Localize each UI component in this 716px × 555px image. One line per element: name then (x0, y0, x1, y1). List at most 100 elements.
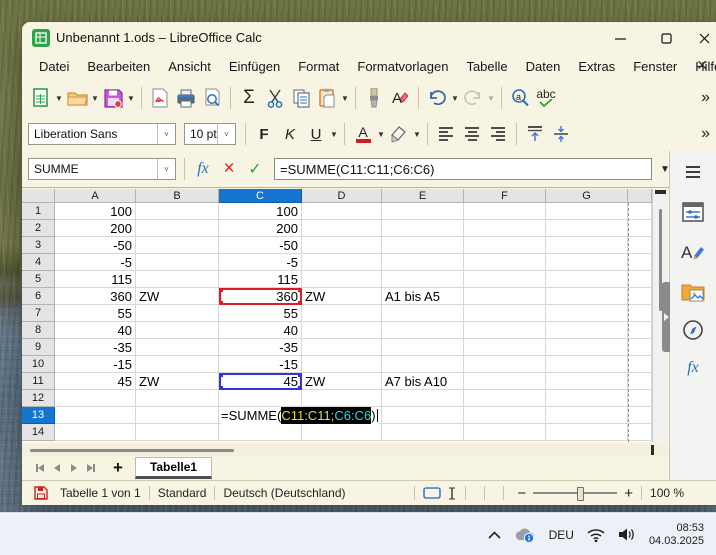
sidebar-settings-icon[interactable] (678, 159, 708, 185)
cell-B7[interactable] (136, 305, 219, 322)
cell-E13[interactable] (382, 407, 464, 424)
sidebar-functions-icon[interactable]: fx (678, 355, 708, 381)
cell-E5[interactable] (382, 271, 464, 288)
paste-icon[interactable] (314, 85, 340, 111)
cell-F12[interactable] (464, 390, 546, 407)
name-box[interactable]: SUMME ˅ (28, 158, 176, 180)
italic-button[interactable]: K (277, 121, 303, 147)
cell-C9[interactable]: -35 (219, 339, 302, 356)
cell-D12[interactable] (302, 390, 382, 407)
cell-G2[interactable] (546, 220, 628, 237)
column-header-f[interactable]: F (464, 189, 546, 203)
row-header-2[interactable]: 2 (22, 220, 55, 237)
cell-D9[interactable] (302, 339, 382, 356)
row-header-4[interactable]: 4 (22, 254, 55, 271)
cell-G13[interactable] (546, 407, 628, 424)
language-status[interactable]: Deutsch (Deutschland) (223, 486, 345, 500)
cell-B6[interactable]: ZW (136, 288, 219, 305)
onedrive-cloud-icon[interactable] (514, 527, 536, 543)
cell-A11[interactable]: 45 (55, 373, 136, 390)
cell-H3[interactable] (628, 237, 652, 254)
cell-E10[interactable] (382, 356, 464, 373)
cell-D2[interactable] (302, 220, 382, 237)
row-header-6[interactable]: 6 (22, 288, 55, 305)
highlight-color-button[interactable] (386, 121, 412, 147)
sheet-info[interactable]: Tabelle 1 von 1 (60, 486, 141, 500)
insert-mode-icon[interactable] (447, 486, 457, 501)
titlebar[interactable]: Unbenannt 1.ods – LibreOffice Calc (22, 22, 716, 54)
formula-input[interactable]: =SUMME(C11:C11;C6:C6) (274, 158, 652, 180)
first-sheet-icon[interactable] (32, 460, 48, 476)
cell-F6[interactable] (464, 288, 546, 305)
vertical-split-handle[interactable] (655, 190, 666, 194)
cell-F11[interactable] (464, 373, 546, 390)
redo-dropdown-icon[interactable]: ▼ (486, 85, 496, 111)
cell-D3[interactable] (302, 237, 382, 254)
cell-E12[interactable] (382, 390, 464, 407)
menu-formatvorlagen[interactable]: Formatvorlagen (348, 56, 457, 77)
cell-E14[interactable] (382, 424, 464, 441)
cell-A4[interactable]: -5 (55, 254, 136, 271)
row-header-10[interactable]: 10 (22, 356, 55, 373)
underline-dropdown-icon[interactable]: ▼ (329, 121, 339, 147)
cell-G1[interactable] (546, 203, 628, 220)
menu-einfuegen[interactable]: Einfügen (220, 56, 289, 77)
maximize-button[interactable] (651, 26, 681, 50)
row-header-3[interactable]: 3 (22, 237, 55, 254)
cell-F14[interactable] (464, 424, 546, 441)
close-button[interactable] (689, 26, 716, 50)
sidebar-properties-icon[interactable] (678, 199, 708, 225)
cell-H6[interactable] (628, 288, 652, 305)
cell-C5[interactable]: 115 (219, 271, 302, 288)
cell-C7[interactable]: 55 (219, 305, 302, 322)
column-header-e[interactable]: E (382, 189, 464, 203)
selection-mode-icon[interactable] (422, 487, 441, 499)
menu-daten[interactable]: Daten (517, 56, 570, 77)
open-icon[interactable] (64, 85, 90, 111)
cell-A8[interactable]: 40 (55, 322, 136, 339)
row-header-8[interactable]: 8 (22, 322, 55, 339)
cell-E4[interactable] (382, 254, 464, 271)
select-all-corner[interactable] (22, 189, 55, 203)
wifi-icon[interactable] (587, 528, 605, 542)
cell-A7[interactable]: 55 (55, 305, 136, 322)
horizontal-scrollbar[interactable] (22, 444, 668, 456)
editing-cell-formula[interactable]: =SUMME(C11:C11;C6:C6) (221, 407, 378, 424)
cell-B3[interactable] (136, 237, 219, 254)
font-size-combo[interactable]: 10 pt ˅ (184, 123, 236, 145)
cell-H11[interactable] (628, 373, 652, 390)
menu-fenster[interactable]: Fenster (624, 56, 686, 77)
toolbar-overflow-icon[interactable]: » (701, 89, 710, 107)
copy-icon[interactable] (288, 85, 314, 111)
cell-H12[interactable] (628, 390, 652, 407)
cell-A12[interactable] (55, 390, 136, 407)
row-header-13[interactable]: 13 (22, 407, 55, 424)
font-color-button[interactable]: A (350, 121, 376, 147)
cell-H4[interactable] (628, 254, 652, 271)
menu-tabelle[interactable]: Tabelle (457, 56, 516, 77)
cell-B11[interactable]: ZW (136, 373, 219, 390)
cell-H2[interactable] (628, 220, 652, 237)
cell-H7[interactable] (628, 305, 652, 322)
spelling-icon[interactable]: abc (533, 85, 559, 111)
find-replace-icon[interactable]: a (507, 85, 533, 111)
sidebar-styles-icon[interactable]: A (678, 239, 708, 265)
export-pdf-icon[interactable] (147, 85, 173, 111)
cell-B12[interactable] (136, 390, 219, 407)
row-header-9[interactable]: 9 (22, 339, 55, 356)
cell-H8[interactable] (628, 322, 652, 339)
cell-H5[interactable] (628, 271, 652, 288)
cell-F4[interactable] (464, 254, 546, 271)
cell-F13[interactable] (464, 407, 546, 424)
row-header-11[interactable]: 11 (22, 373, 55, 390)
cell-G5[interactable] (546, 271, 628, 288)
cell-D6[interactable]: ZW (302, 288, 382, 305)
last-sheet-icon[interactable] (83, 460, 99, 476)
cell-G6[interactable] (546, 288, 628, 305)
sheet-tab-tabelle1[interactable]: Tabelle1 (134, 457, 213, 479)
cell-B8[interactable] (136, 322, 219, 339)
menu-bearbeiten[interactable]: Bearbeiten (78, 56, 159, 77)
undo-dropdown-icon[interactable]: ▼ (450, 85, 460, 111)
cell-H10[interactable] (628, 356, 652, 373)
cell-D4[interactable] (302, 254, 382, 271)
